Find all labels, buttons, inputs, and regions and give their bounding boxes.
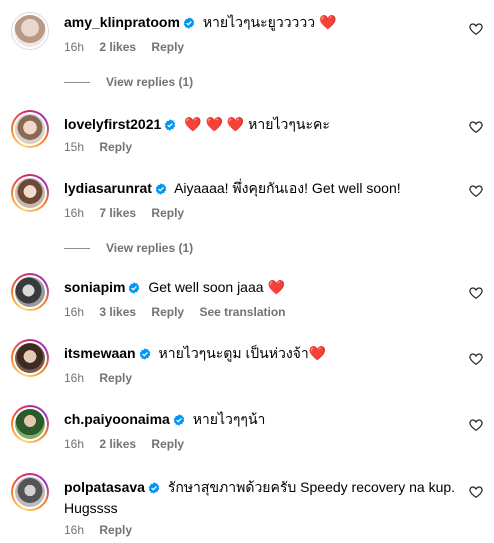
reply-button[interactable]: Reply: [151, 305, 184, 319]
comment-text: Aiyaaaa! พึ่งคุยกันเอง! Get well soon!: [174, 180, 401, 196]
avatar[interactable]: [11, 12, 49, 50]
reply-button[interactable]: Reply: [99, 371, 132, 385]
comment-text: หายไวๆๆน้า: [192, 411, 266, 427]
avatar[interactable]: [11, 273, 49, 311]
username[interactable]: ch.paiyoonaima: [64, 411, 170, 427]
heart-emoji: ❤️: [308, 345, 327, 361]
avatar[interactable]: [11, 110, 49, 148]
timestamp[interactable]: 16h: [64, 206, 84, 220]
reply-button[interactable]: Reply: [151, 437, 184, 451]
reply-button[interactable]: Reply: [99, 140, 132, 154]
view-replies-label: View replies (1): [106, 241, 194, 255]
see-translation-button[interactable]: See translation: [199, 305, 285, 319]
comment-meta: 16h 7 likes Reply: [64, 206, 196, 220]
divider: [64, 248, 90, 250]
like-heart-icon[interactable]: [469, 184, 483, 198]
comment-meta: 15h Reply: [64, 140, 144, 154]
timestamp[interactable]: 16h: [64, 523, 84, 537]
view-replies-label: View replies (1): [106, 75, 194, 89]
reply-button[interactable]: Reply: [151, 206, 184, 220]
comment-meta: 16h Reply: [64, 523, 144, 537]
comment-text: หายไวๆนะยูววววว: [202, 14, 316, 30]
timestamp[interactable]: 16h: [64, 371, 84, 385]
timestamp[interactable]: 16h: [64, 305, 84, 319]
avatar[interactable]: [11, 174, 49, 212]
comment-text: หายไวๆนะตูม เป็นห่วงจ้า: [158, 345, 309, 361]
comment-meta: 16h 3 likes Reply See translation: [64, 305, 297, 319]
comment-meta: 16h 2 likes Reply: [64, 437, 196, 451]
reply-button[interactable]: Reply: [99, 523, 132, 537]
like-heart-icon[interactable]: [469, 352, 483, 366]
verified-badge-icon: [183, 15, 195, 34]
likes-count[interactable]: 7 likes: [99, 206, 136, 220]
likes-count[interactable]: 2 likes: [99, 437, 136, 451]
verified-badge-icon: [173, 412, 185, 431]
avatar[interactable]: [11, 339, 49, 377]
comment-text: Get well soon jaaa: [148, 279, 264, 295]
verified-badge-icon: [164, 117, 176, 136]
comment-text: หายไวๆนะคะ: [248, 116, 330, 132]
view-replies-button[interactable]: View replies (1): [64, 75, 193, 89]
view-replies-button[interactable]: View replies (1): [64, 241, 193, 255]
verified-badge-icon: [155, 181, 167, 200]
divider: [64, 82, 90, 84]
verified-badge-icon: [139, 346, 151, 365]
timestamp[interactable]: 16h: [64, 40, 84, 54]
username[interactable]: soniapim: [64, 279, 125, 295]
like-heart-icon[interactable]: [469, 22, 483, 36]
timestamp[interactable]: 16h: [64, 437, 84, 451]
username[interactable]: amy_klinpratoom: [64, 14, 180, 30]
heart-emoji: ❤️: [267, 279, 285, 295]
timestamp[interactable]: 15h: [64, 140, 84, 154]
like-heart-icon[interactable]: [469, 120, 483, 134]
username[interactable]: lovelyfirst2021: [64, 116, 161, 132]
avatar[interactable]: [11, 405, 49, 443]
comment-meta: 16h 2 likes Reply: [64, 40, 196, 54]
heart-emoji: ❤️ ❤️ ❤️: [184, 116, 245, 132]
username[interactable]: polpatasava: [64, 479, 145, 495]
like-heart-icon[interactable]: [469, 418, 483, 432]
avatar[interactable]: [11, 473, 49, 511]
verified-badge-icon: [148, 480, 160, 499]
likes-count[interactable]: 2 likes: [99, 40, 136, 54]
reply-button[interactable]: Reply: [151, 40, 184, 54]
username[interactable]: itsmewaan: [64, 345, 136, 361]
verified-badge-icon: [128, 280, 140, 299]
like-heart-icon[interactable]: [469, 286, 483, 300]
heart-emoji: ❤️: [319, 14, 337, 30]
username[interactable]: lydiasarunrat: [64, 180, 152, 196]
comment-meta: 16h Reply: [64, 371, 144, 385]
likes-count[interactable]: 3 likes: [99, 305, 136, 319]
like-heart-icon[interactable]: [469, 485, 483, 499]
